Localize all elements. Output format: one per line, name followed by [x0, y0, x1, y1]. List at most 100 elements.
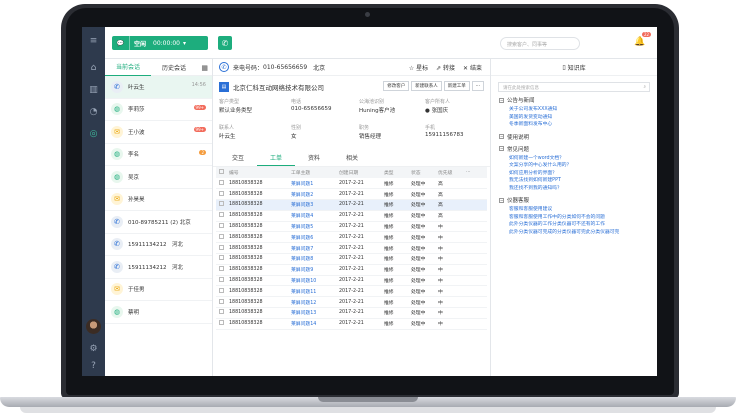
tab-current-conversations[interactable]: 当前会话: [105, 59, 151, 76]
phone-button[interactable]: ✆: [218, 36, 232, 50]
collapse-icon[interactable]: −: [499, 97, 504, 103]
edit-customer-button[interactable]: 修改客户: [383, 81, 410, 91]
ticket-subject-link[interactable]: 莱屏问题1: [288, 178, 336, 190]
row-checkbox[interactable]: [216, 275, 226, 287]
row-checkbox[interactable]: [216, 178, 226, 190]
table-row[interactable]: 18810838328 莱屏问题6 2017-2-21 推修 处理中中: [216, 231, 487, 244]
grid-icon[interactable]: ▦: [201, 64, 208, 72]
kb-search-input[interactable]: 请在此处搜索信息 ⌕: [498, 82, 650, 92]
ticket-subject-link[interactable]: 莱屏问题2: [288, 188, 336, 201]
collapse-icon[interactable]: −: [499, 134, 504, 139]
table-row[interactable]: 18810838328 莱屏问题11 2017-2-21 推修 处理中中: [216, 285, 487, 298]
ticket-subject-link[interactable]: 莱屏问题5: [288, 221, 336, 233]
star-button[interactable]: ☆ 星标: [409, 63, 428, 72]
kb-section-title[interactable]: − 公告与新闻: [499, 96, 657, 104]
ticket-subject-link[interactable]: 莱屏问题10: [288, 275, 336, 287]
ticket-subject-link[interactable]: 莱屏问题4: [288, 210, 336, 222]
ticket-subject-link[interactable]: 莱屏问题13: [288, 307, 336, 319]
conversation-item[interactable]: ✉ 于佳男: [105, 279, 212, 301]
tab-history-conversations[interactable]: 历史会话: [151, 63, 197, 72]
conversation-item[interactable]: ◍ 蔡明: [105, 301, 212, 324]
help-icon[interactable]: ?: [87, 359, 100, 372]
table-row[interactable]: 18810838328 莱屏问题3 2017-2-21 推修 处理中高: [216, 199, 487, 211]
tab-tickets[interactable]: 工单: [257, 150, 295, 166]
ticket-subject-link[interactable]: 莱屏问题9: [288, 264, 336, 276]
table-row[interactable]: 18810838328 莱屏问题14 2017-2-21 推修 处理中中: [216, 318, 487, 330]
kb-article-link[interactable]: 此外分类仪器可完成的分类仪器可完此分类仪器可完: [499, 229, 657, 237]
global-search-input[interactable]: 搜索客户、同事等: [500, 37, 580, 50]
conversation-item[interactable]: ✆ 15911134212 河北: [105, 256, 212, 279]
menu-icon[interactable]: ≡: [87, 34, 100, 47]
tab-profile[interactable]: 资料: [295, 150, 333, 166]
kb-section-title[interactable]: − 使用说明: [499, 133, 657, 141]
table-row[interactable]: 18810838328 莱屏问题13 2017-2-21 推修 处理中中: [216, 307, 487, 319]
conversation-item[interactable]: ◍ 李莉莎 99+: [105, 99, 212, 121]
kb-article-link[interactable]: 文案分享的中心发什么用的？: [499, 162, 657, 170]
kb-article-link[interactable]: 如何应用分析的界面？: [499, 170, 657, 178]
kb-section-title[interactable]: − 仪器客服: [499, 196, 657, 204]
ticket-subject-link[interactable]: 莱屏问题7: [288, 242, 336, 255]
agent-status[interactable]: 空闲: [130, 39, 150, 48]
chat-icon[interactable]: ◎: [87, 127, 100, 140]
search-icon[interactable]: ⌕: [643, 84, 646, 90]
column-header[interactable]: 创建日期: [336, 167, 381, 178]
kb-article-link[interactable]: 如何新建一个word文档？: [499, 155, 657, 163]
row-checkbox[interactable]: [216, 253, 226, 265]
chevron-down-icon[interactable]: ▾: [183, 40, 186, 47]
ticket-subject-link[interactable]: 莱屏问题12: [288, 296, 336, 309]
conversation-item[interactable]: ✆ 15911134212 河北: [105, 234, 212, 256]
table-row[interactable]: 18810838328 莱屏问题5 2017-2-21 推修 处理中中: [216, 221, 487, 233]
row-checkbox[interactable]: [216, 210, 226, 222]
column-header[interactable]: 工单主题: [288, 167, 336, 178]
new-ticket-button[interactable]: 新建工单: [443, 81, 470, 91]
row-checkbox[interactable]: [216, 296, 226, 309]
kb-article-link[interactable]: 客服和客服使用建议: [499, 206, 657, 214]
more-actions-button[interactable]: ···: [471, 81, 484, 91]
table-row[interactable]: 18810838328 莱屏问题12 2017-2-21 推修 处理中中: [216, 296, 487, 309]
ticket-subject-link[interactable]: 莱屏问题3: [288, 199, 336, 211]
row-checkbox[interactable]: [216, 231, 226, 244]
chart-icon[interactable]: ▥: [87, 83, 100, 96]
ticket-subject-link[interactable]: 莱屏问题6: [288, 231, 336, 244]
kb-article-link[interactable]: 我无法找到如何新建PPT: [499, 177, 657, 185]
kb-article-link[interactable]: 此外分类仪器的工作分类仪器可不还有的工作: [499, 221, 657, 229]
row-checkbox[interactable]: [216, 242, 226, 255]
ticket-subject-link[interactable]: 莱屏问题8: [288, 253, 336, 265]
column-header[interactable]: ···: [463, 167, 487, 178]
row-checkbox[interactable]: [216, 285, 226, 298]
table-row[interactable]: 18810838328 莱屏问题4 2017-2-21 推修 处理中高: [216, 210, 487, 222]
pie-icon[interactable]: ◔: [87, 105, 100, 118]
kb-article-link[interactable]: 冬季新面料发布中心: [499, 121, 657, 129]
ticket-subject-link[interactable]: 莱屏问题11: [288, 285, 336, 298]
conversation-item[interactable]: ✉ 孙昊昊: [105, 189, 212, 211]
new-contact-button[interactable]: 新建联系人: [411, 81, 442, 91]
conversation-item[interactable]: ✆ 叶云生 14:56: [105, 76, 212, 99]
column-header[interactable]: 编号: [226, 167, 288, 178]
tab-related[interactable]: 相关: [333, 150, 371, 166]
table-row[interactable]: 18810838328 莱屏问题9 2017-2-21 推修 处理中中: [216, 264, 487, 276]
call-center-widget[interactable]: 💬 空闲 00:00:00 ▾: [112, 36, 208, 50]
collapse-icon[interactable]: −: [499, 146, 504, 151]
row-checkbox[interactable]: [216, 199, 226, 211]
kb-article-link[interactable]: 客服和客服使用工作中的分类如何不会的问题: [499, 214, 657, 222]
kb-article-link[interactable]: 关于公司发布XXX通知: [499, 106, 657, 114]
conversation-item[interactable]: ◍ 李名 2: [105, 144, 212, 166]
conversation-item[interactable]: ◍ 吴京: [105, 166, 212, 189]
column-header[interactable]: 优先级: [435, 167, 463, 178]
transfer-button[interactable]: ⇗ 转接: [436, 63, 455, 72]
user-avatar[interactable]: [86, 319, 101, 334]
home-icon[interactable]: ⌂: [87, 61, 100, 74]
kb-article-link[interactable]: 美国的发货变动通知: [499, 114, 657, 122]
kb-article-link[interactable]: 我还找不到我的通知吗？: [499, 185, 657, 193]
chat-bubble-icon[interactable]: 💬: [112, 36, 130, 50]
row-checkbox[interactable]: [216, 188, 226, 201]
table-row[interactable]: 18810838328 莱屏问题2 2017-2-21 推修 处理中高: [216, 188, 487, 201]
row-checkbox[interactable]: [216, 307, 226, 319]
bell-icon[interactable]: 🔔: [634, 37, 645, 47]
table-row[interactable]: 18810838328 莱屏问题7 2017-2-21 推修 处理中中: [216, 242, 487, 255]
row-checkbox[interactable]: [216, 221, 226, 233]
conversation-item[interactable]: ✉ 王小波 99+: [105, 121, 212, 144]
kb-section-title[interactable]: − 常见问题: [499, 145, 657, 153]
ticket-subject-link[interactable]: 莱屏问题14: [288, 318, 336, 330]
end-call-button[interactable]: ✕ 结束: [463, 63, 482, 72]
